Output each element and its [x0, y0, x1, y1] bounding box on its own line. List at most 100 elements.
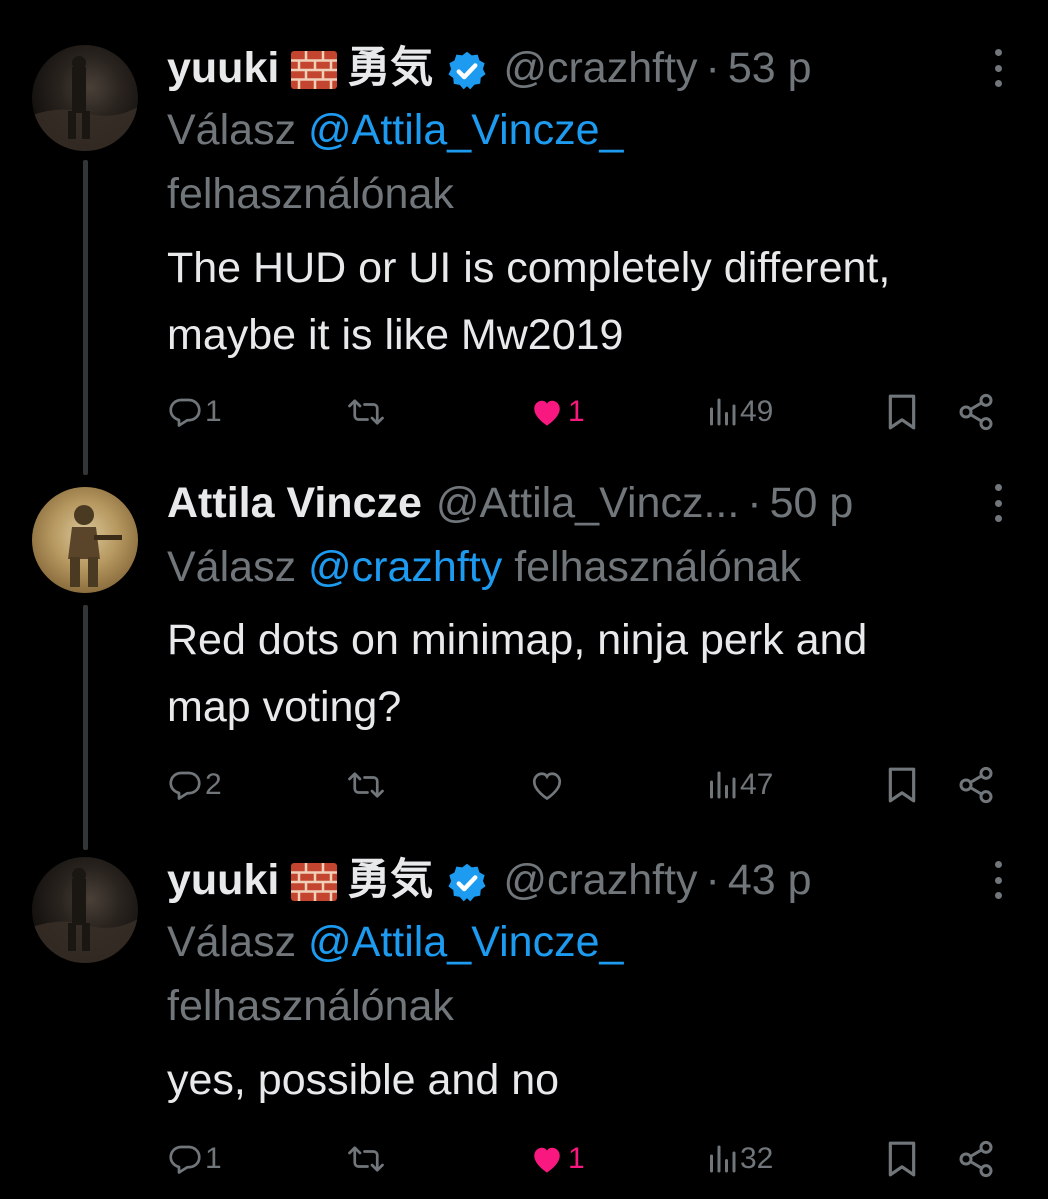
more-icon[interactable]	[992, 861, 1004, 899]
avatar[interactable]	[32, 45, 138, 151]
avatar[interactable]	[32, 857, 138, 963]
verified-badge-icon	[448, 863, 486, 902]
reply-count: 2	[205, 768, 222, 801]
separator-dot: ·	[747, 479, 762, 527]
tweet-header: yuuki 勇気 @crazhfty · 43 p	[167, 847, 1048, 913]
share-icon	[959, 766, 993, 804]
views-count: 32	[740, 1142, 774, 1175]
reply-context: Válasz @Attila_Vincze_	[167, 97, 623, 163]
reply-mention-link[interactable]: @crazhfty	[308, 543, 502, 591]
display-name-kanji[interactable]: 勇気	[347, 35, 433, 101]
timestamp[interactable]: 50 p	[770, 470, 854, 536]
handle[interactable]: @crazhfty	[503, 35, 697, 101]
like-count: 1	[568, 395, 585, 428]
repost-icon	[348, 1146, 384, 1172]
tweet-header: yuuki 勇気 @crazhfty · 53 p	[167, 35, 1048, 101]
action-bar: 2 47	[0, 760, 1048, 810]
views-count: 49	[740, 395, 774, 428]
repost-button[interactable]	[344, 760, 390, 810]
tweet-header: Attila Vincze @Attila_Vincz... · 50 p	[167, 470, 1048, 536]
reply-count: 1	[205, 1142, 222, 1175]
reply-button[interactable]: 1	[167, 1134, 222, 1184]
separator-dot: ·	[705, 856, 720, 904]
more-icon[interactable]	[992, 484, 1004, 522]
bookmark-icon	[888, 767, 916, 803]
views-count: 47	[740, 768, 774, 801]
reply-button[interactable]: 2	[167, 760, 222, 810]
tweet-text-line: Red dots on minimap, ninja perk and	[167, 616, 868, 664]
share-icon	[959, 393, 993, 431]
like-count: 1	[568, 1142, 585, 1175]
display-name[interactable]: Attila Vincze	[167, 470, 422, 536]
reply-icon	[169, 771, 201, 800]
heart-icon	[534, 400, 560, 426]
action-bar: 1 1 32	[0, 1134, 1048, 1184]
share-icon	[959, 1140, 993, 1178]
tweet[interactable]: Attila Vincze @Attila_Vincz... · 50 p Vá…	[0, 470, 1048, 830]
bookmark-icon	[888, 394, 916, 430]
avatar-image	[32, 56, 138, 151]
share-button[interactable]	[956, 387, 996, 437]
bookmark-button[interactable]	[884, 760, 920, 810]
brick-emoji-icon	[291, 863, 338, 901]
reply-suffix: felhasználónak	[514, 543, 802, 591]
tweet-text: The HUD or UI is completely different, m…	[167, 235, 1028, 369]
repost-icon	[348, 772, 384, 798]
bookmark-button[interactable]	[884, 1134, 920, 1184]
share-button[interactable]	[956, 760, 996, 810]
share-button[interactable]	[956, 1134, 996, 1184]
handle[interactable]: @crazhfty	[503, 847, 697, 913]
tweet-text-line: The HUD or UI is completely different,	[167, 244, 891, 292]
reply-count: 1	[205, 395, 222, 428]
more-icon[interactable]	[992, 49, 1004, 87]
like-button[interactable]: 1	[528, 1134, 585, 1184]
timestamp[interactable]: 43 p	[728, 847, 812, 913]
reply-button[interactable]: 1	[167, 387, 222, 437]
tweet-text: yes, possible and no	[167, 1047, 1028, 1114]
reply-prefix: Válasz	[167, 918, 297, 966]
tweet[interactable]: yuuki 勇気 @crazhfty · 43 p Válasz @Attila…	[0, 847, 1048, 1199]
brick-emoji-icon	[291, 51, 338, 89]
tweet-text-line: maybe it is like Mw2019	[167, 311, 624, 359]
handle[interactable]: @Attila_Vincz...	[436, 470, 739, 536]
views-button[interactable]: 47	[706, 760, 773, 810]
heart-icon	[532, 772, 562, 801]
reply-icon	[169, 1145, 201, 1174]
verified-badge-icon	[448, 51, 486, 90]
repost-button[interactable]	[344, 1134, 390, 1184]
like-button[interactable]: 1	[528, 387, 585, 437]
avatar-image	[32, 868, 138, 963]
reply-context: Válasz @Attila_Vincze_	[167, 909, 623, 975]
reply-prefix: Válasz	[167, 543, 297, 591]
reply-mention-link[interactable]: @Attila_Vincze_	[308, 106, 623, 154]
reply-suffix: felhasználónak	[167, 170, 454, 218]
like-button[interactable]	[528, 760, 568, 810]
views-button[interactable]: 32	[706, 1134, 773, 1184]
tweet-text: Red dots on minimap, ninja perk and map …	[167, 607, 1028, 741]
bookmark-icon	[888, 1141, 916, 1177]
views-icon	[710, 771, 736, 799]
timestamp[interactable]: 53 p	[728, 35, 812, 101]
reply-icon	[169, 398, 201, 427]
heart-icon	[534, 1147, 560, 1173]
reply-mention-link[interactable]: @Attila_Vincze_	[308, 918, 623, 966]
tweet-text-line: yes, possible and no	[167, 1056, 560, 1104]
display-name[interactable]: yuuki	[167, 847, 279, 913]
views-button[interactable]: 49	[706, 387, 773, 437]
avatar[interactable]	[32, 487, 138, 593]
reply-context: Válasz @crazhfty felhasználónak	[167, 534, 801, 600]
display-name[interactable]: yuuki	[167, 35, 279, 101]
avatar-image	[68, 505, 122, 587]
reply-prefix: Válasz	[167, 106, 297, 154]
views-icon	[710, 1145, 736, 1173]
display-name-kanji[interactable]: 勇気	[347, 847, 433, 913]
separator-dot: ·	[705, 44, 720, 92]
repost-icon	[348, 399, 384, 425]
tweet-text-line: map voting?	[167, 683, 402, 731]
views-icon	[710, 398, 736, 426]
reply-suffix: felhasználónak	[167, 982, 454, 1030]
tweet[interactable]: yuuki 勇気 @crazhfty · 53 p Válasz @Attila…	[0, 35, 1048, 455]
action-bar: 1 1 49	[0, 387, 1048, 437]
repost-button[interactable]	[344, 387, 390, 437]
bookmark-button[interactable]	[884, 387, 920, 437]
